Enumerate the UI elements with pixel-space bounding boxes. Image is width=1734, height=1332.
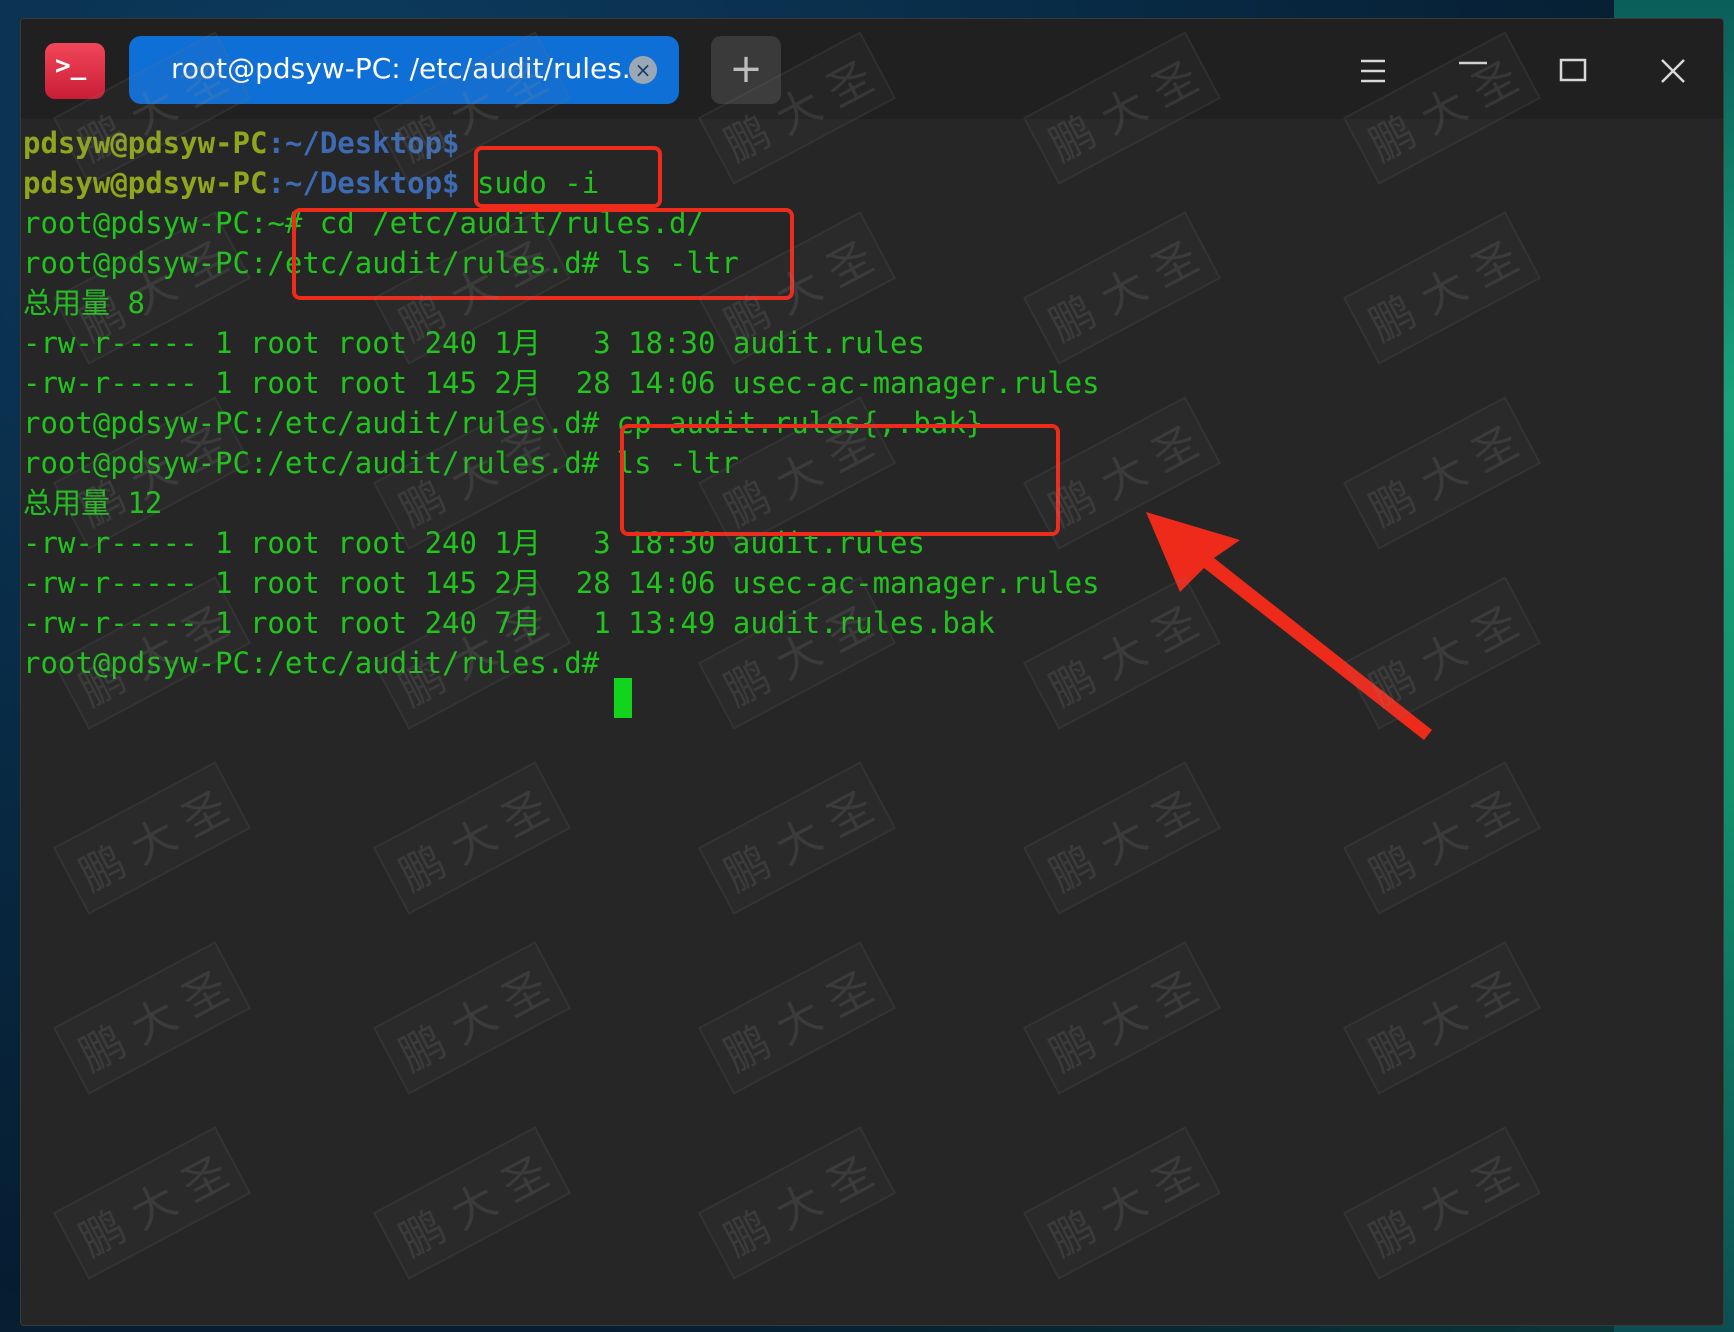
prompt-user: pdsyw@pdsyw-PC (23, 166, 268, 200)
terminal-line: pdsyw@pdsyw-PC:~/Desktop$ (23, 123, 460, 163)
terminal-cursor (614, 678, 632, 718)
tab-terminal[interactable]: root@pdsyw-PC: /etc/audit/rules.d × (129, 36, 679, 104)
tab-title: root@pdsyw-PC: /etc/audit/rules.d (171, 52, 649, 85)
terminal-line: -rw-r----- 1 root root 240 7月 1 13:49 au… (23, 606, 995, 640)
maximize-icon[interactable] (1551, 49, 1595, 93)
terminal-line: -rw-r----- 1 root root 145 2月 28 14:06 u… (23, 566, 1100, 600)
terminal-line: root@pdsyw-PC:/etc/audit/rules.d# (23, 646, 617, 680)
title-bar: >_ root@pdsyw-PC: /etc/audit/rules.d × + (21, 19, 1723, 119)
terminal-output[interactable]: pdsyw@pdsyw-PC:~/Desktop$ pdsyw@pdsyw-PC… (21, 119, 1723, 1325)
annotation-box-cp (620, 424, 1060, 536)
prompt-path: :~/Desktop$ (267, 126, 460, 160)
annotation-box-cd-ls (292, 208, 794, 300)
annotation-box-sudo (474, 146, 662, 208)
prompt-path: :~/Desktop$ (267, 166, 460, 200)
terminal-window: >_ root@pdsyw-PC: /etc/audit/rules.d × +… (20, 18, 1724, 1326)
terminal-line: -rw-r----- 1 root root 145 2月 28 14:06 u… (23, 366, 1100, 400)
terminal-line: 总用量 8 (23, 286, 145, 320)
terminal-line: -rw-r----- 1 root root 240 1月 3 18:30 au… (23, 326, 925, 360)
terminal-line: 总用量 12 (23, 486, 163, 520)
new-tab-icon[interactable]: + (711, 36, 781, 104)
menu-icon[interactable] (1351, 49, 1395, 93)
tab-close-icon[interactable]: × (629, 56, 657, 84)
prompt-user: pdsyw@pdsyw-PC (23, 126, 268, 160)
close-icon[interactable] (1651, 49, 1695, 93)
minimize-icon[interactable] (1451, 49, 1495, 93)
terminal-app-icon[interactable]: >_ (45, 43, 105, 99)
